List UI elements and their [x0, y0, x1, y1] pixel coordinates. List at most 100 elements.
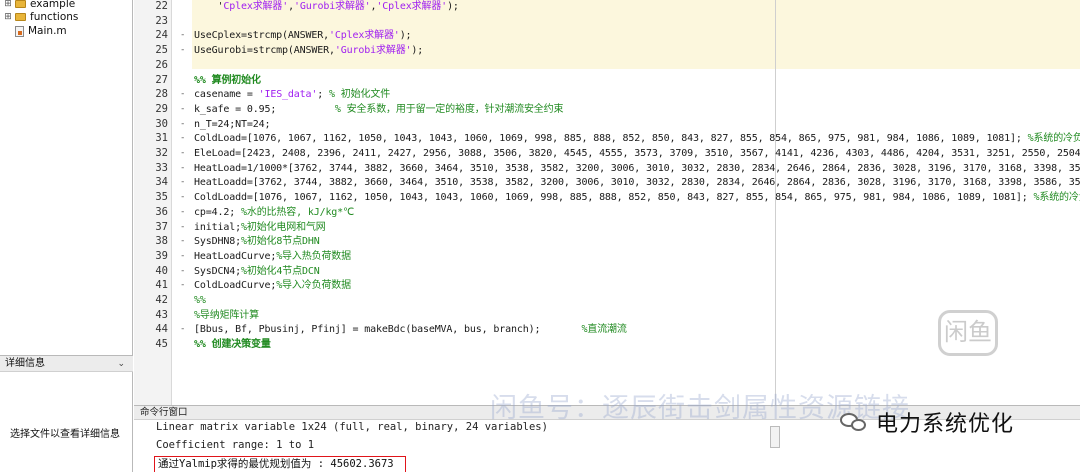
line-number: 44	[155, 323, 168, 336]
line-number: 37	[155, 220, 168, 233]
details-panel: 选择文件以查看详细信息	[0, 372, 133, 472]
scrollbar-thumb[interactable]	[770, 426, 780, 448]
code-token: 'IES_data'	[258, 89, 318, 101]
code-line[interactable]: EleLoad=[2423, 2408, 2396, 2411, 2427, 2…	[194, 146, 1080, 161]
code-line[interactable]: %% 创建决策变量	[194, 337, 271, 352]
code-token: UseCplex=strcmp(ANSWER,	[194, 30, 330, 42]
line-number: 42	[155, 294, 168, 306]
breakpoint-dash[interactable]: -	[180, 205, 185, 220]
code-token: EleLoad=[2423, 2408, 2396, 2411, 2427, 2…	[194, 148, 1080, 159]
code-line[interactable]: [Bbus, Bf, Pbusinj, Pfinj] = makeBdc(bas…	[194, 322, 627, 337]
code-line[interactable]: SysDCN4;%初始化4节点DCN	[194, 264, 320, 279]
code-line[interactable]: UseCplex=strcmp(ANSWER,'Cplex求解器');	[194, 28, 412, 43]
command-output-line: Coefficient range: 1 to 1	[156, 439, 315, 451]
code-token: [Bbus, Bf, Pbusinj, Pfinj] = makeBdc(bas…	[194, 324, 582, 336]
line-number: 39	[155, 249, 168, 262]
breakpoint-dash[interactable]: -	[180, 161, 185, 176]
folder-icon	[15, 13, 26, 21]
code-token: %% 算例初始化	[194, 74, 261, 86]
line-number: 24	[155, 29, 168, 42]
breakpoint-dash[interactable]: -	[180, 322, 185, 337]
code-line[interactable]: 'Cplex求解器','Gurobi求解器','Cplex求解器');	[194, 0, 459, 14]
code-token: ColdLoadCurve;	[194, 280, 277, 292]
breakpoint-dash[interactable]: -	[180, 28, 185, 43]
code-token: SysDHN8;	[194, 236, 241, 248]
line-number: 43	[155, 308, 168, 321]
wechat-brand: 电力系统优化	[840, 402, 1014, 442]
tree-item[interactable]: Main.m	[0, 24, 67, 38]
code-token: %水的比热容, kJ/kg*℃	[240, 206, 355, 218]
line-number: 31	[155, 132, 168, 145]
code-line[interactable]: HeatLoad=1/1000*[3762, 3744, 3882, 3660,…	[194, 161, 1080, 176]
line-number: 45	[155, 338, 168, 351]
line-number: 32	[155, 147, 168, 159]
code-token: cp=4.2;	[194, 206, 241, 218]
code-line[interactable]: cp=4.2; %水的比热容, kJ/kg*℃	[194, 205, 354, 220]
command-result-highlight: 通过Yalmip求得的最优规划值为 : 45602.3673	[154, 456, 406, 472]
line-number: 38	[155, 235, 168, 248]
breakpoint-dash[interactable]: -	[180, 102, 185, 117]
breakpoint-dash[interactable]: -	[180, 117, 185, 132]
code-token: %直流潮流	[581, 324, 627, 336]
details-panel-header[interactable]: 详细信息 ⌄	[0, 355, 133, 372]
code-line[interactable]: casename = 'IES_data'; % 初始化文件	[194, 87, 390, 102]
line-number: 34	[155, 176, 168, 189]
code-token: %% 创建决策变量	[194, 339, 271, 351]
file-browser-panel: ⊞ example ⊞ functions Main.m 详细信息 ⌄ 选择文件以查看详…	[0, 0, 133, 472]
code-token: %系统的冷负荷需求	[1027, 133, 1080, 145]
code-line[interactable]: ColdLoadCurve;%导入冷负荷数据	[194, 278, 351, 293]
tree-item[interactable]: ⊞ functions	[0, 10, 78, 24]
breakpoint-dash[interactable]: -	[180, 146, 185, 161]
code-token: 'Cplex求解器'	[376, 1, 448, 12]
brand-name: 电力系统优化	[876, 412, 1015, 437]
code-token: %导纳矩阵计算	[194, 309, 259, 321]
breakpoint-dash[interactable]: -	[180, 87, 185, 102]
code-line[interactable]: HeatLoadCurve;%导入热负荷数据	[194, 249, 351, 264]
line-number: 22	[155, 0, 168, 12]
breakpoint-dash[interactable]: -	[180, 249, 185, 264]
code-line[interactable]: %% 算例初始化	[194, 73, 261, 88]
tree-item-label: functions	[30, 11, 79, 23]
code-line[interactable]: %%	[194, 293, 206, 308]
code-token: );	[447, 1, 459, 12]
code-line[interactable]: HeatLoadd=[3762, 3744, 3882, 3660, 3464,…	[194, 175, 1080, 190]
matlab-file-icon	[15, 25, 24, 37]
code-token: );	[411, 45, 424, 57]
code-token: Cplex求解器'	[223, 1, 289, 12]
line-number: 40	[155, 264, 168, 277]
breakpoint-dash[interactable]: -	[180, 264, 185, 279]
wechat-icon	[840, 411, 868, 433]
code-line[interactable]: %导纳矩阵计算	[194, 308, 259, 323]
breakpoint-dash[interactable]: -	[180, 190, 185, 205]
code-line[interactable]: k_safe = 0.95; % 安全系数，用于留一定的裕度，针对潮流安全约束	[194, 102, 564, 117]
code-line[interactable]: SysDHN8;%初始化8节点DHN	[194, 234, 320, 249]
code-token: % 初始化文件	[329, 89, 391, 101]
expand-icon[interactable]: ⊞	[4, 12, 12, 22]
code-line[interactable]: UseGurobi=strcmp(ANSWER,'Gurobi求解器');	[194, 43, 423, 58]
breakpoint-dash[interactable]: -	[180, 43, 185, 58]
code-line[interactable]: initial;%初始化电网和气网	[194, 220, 326, 235]
code-token: ;	[317, 89, 330, 101]
code-token: initial;	[194, 221, 241, 233]
code-token: %%	[194, 295, 206, 306]
code-token: casename =	[194, 89, 259, 101]
code-line[interactable]: n_T=24;NT=24;	[194, 117, 270, 132]
code-token: '	[194, 1, 224, 12]
breakpoint-dash[interactable]: -	[180, 234, 185, 249]
line-number: 28	[155, 88, 168, 101]
code-token: HeatLoadCurve;	[194, 250, 277, 262]
code-token: %导入热负荷数据	[276, 250, 352, 262]
line-number: 27	[155, 73, 168, 86]
code-token: 'Gurobi求解器'	[334, 45, 412, 57]
breakpoint-dash[interactable]: -	[180, 175, 185, 190]
code-line[interactable]: ColdLoad=[1076, 1067, 1162, 1050, 1043, …	[194, 131, 1080, 146]
breakpoint-dash[interactable]: -	[180, 278, 185, 293]
line-number: 30	[155, 117, 168, 130]
chevron-down-icon[interactable]: ⌄	[117, 356, 125, 372]
expand-icon[interactable]: ⊞	[4, 0, 12, 9]
breakpoint-dash[interactable]: -	[180, 131, 185, 146]
breakpoint-dash[interactable]: -	[180, 220, 185, 235]
line-number: 35	[155, 191, 168, 204]
details-message: 选择文件以查看详细信息	[10, 429, 120, 440]
code-line[interactable]: ColdLoadd=[1076, 1067, 1162, 1050, 1043,…	[194, 190, 1080, 205]
